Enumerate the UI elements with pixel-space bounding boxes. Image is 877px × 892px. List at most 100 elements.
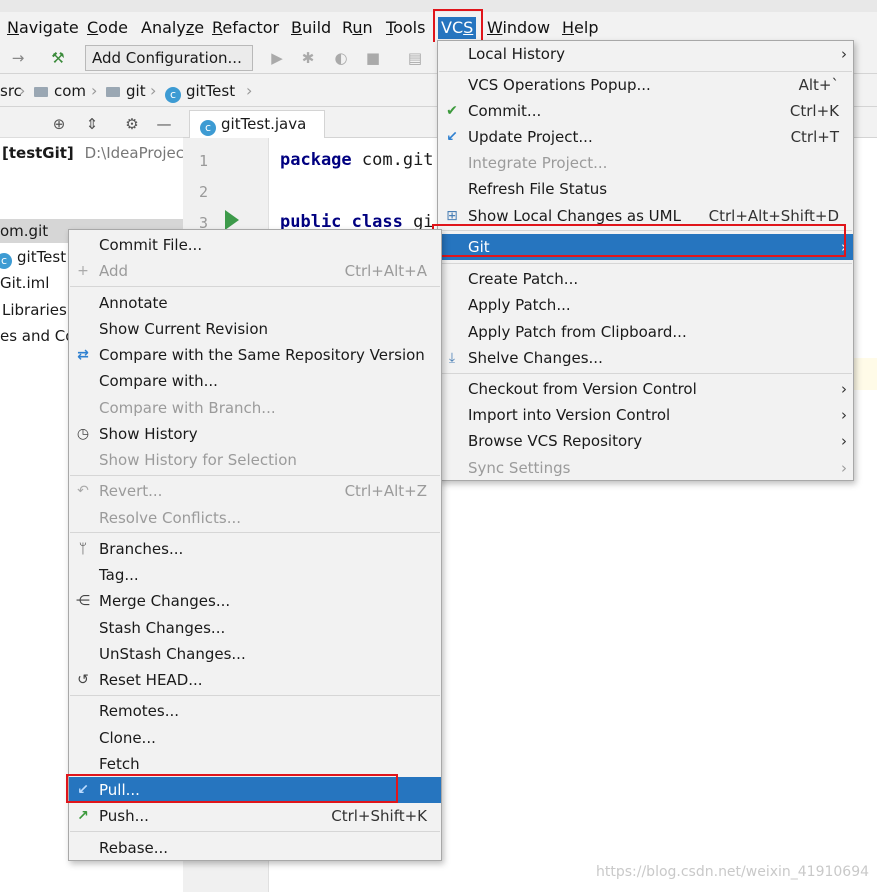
menu-label: Stash Changes... xyxy=(99,619,226,637)
git-tag[interactable]: Tag... xyxy=(69,562,441,588)
menu-help[interactable]: Help xyxy=(559,17,601,39)
reset-icon: ↺ xyxy=(77,672,89,688)
tree-libraries-label: Libraries xyxy=(2,301,67,319)
git-annotate[interactable]: Annotate xyxy=(69,290,441,316)
stop-icon[interactable]: ■ xyxy=(363,48,383,68)
menu-run[interactable]: Run xyxy=(339,17,376,39)
gear-icon[interactable]: ⚙ xyxy=(122,114,142,134)
breadcrumb-label: git xyxy=(126,82,146,100)
menu-shortcut: Ctrl+Alt+Z xyxy=(344,482,427,500)
menu-label: Apply Patch... xyxy=(468,296,571,314)
breadcrumb-chevron-icon: › xyxy=(91,81,98,100)
class-icon: c xyxy=(0,253,12,269)
chevron-right-icon: › xyxy=(841,406,847,424)
class-icon: c xyxy=(165,87,181,103)
menu-label: Branches... xyxy=(99,540,184,558)
run-icon[interactable]: ▶ xyxy=(267,48,287,68)
hammer-build-icon[interactable]: ⚒ xyxy=(48,48,68,68)
git-commit-file[interactable]: Commit File... xyxy=(69,232,441,258)
git-reset-head[interactable]: ↺ Reset HEAD... xyxy=(69,667,441,693)
vcs-browse-repository[interactable]: Browse VCS Repository › xyxy=(438,428,853,454)
git-unstash-changes[interactable]: UnStash Changes... xyxy=(69,641,441,667)
menu-refactor[interactable]: Refactor xyxy=(209,17,282,39)
git-submenu: Commit File... + Add Ctrl+Alt+A Annotate S… xyxy=(68,229,442,861)
run-gutter-icon[interactable] xyxy=(225,210,239,230)
git-stash-changes[interactable]: Stash Changes... xyxy=(69,615,441,641)
coverage-icon[interactable]: ◐ xyxy=(331,48,351,68)
compare-icon: ⇄ xyxy=(77,347,89,363)
revert-icon: ↶ xyxy=(77,483,89,499)
menu-build[interactable]: Build xyxy=(288,17,334,39)
chevron-right-icon: › xyxy=(841,432,847,450)
project-root-name: [testGit] xyxy=(2,144,74,162)
git-compare-same-repo[interactable]: ⇄ Compare with the Same Repository Versio… xyxy=(69,342,441,368)
tree-iml-label: Git.iml xyxy=(0,274,50,292)
vcs-local-history[interactable]: Local History › xyxy=(438,41,853,67)
line-number: 2 xyxy=(199,183,209,201)
menu-label: Commit... xyxy=(468,102,542,120)
menu-label: Create Patch... xyxy=(468,270,579,288)
project-panel-header: ⊕ ⇕ ⚙ — xyxy=(0,108,183,138)
breadcrumb-git[interactable]: git xyxy=(106,81,146,101)
tab-label: gitTest.java xyxy=(221,115,307,133)
menu-label: Reset HEAD... xyxy=(99,671,203,689)
minimize-icon[interactable]: — xyxy=(154,114,174,134)
git-show-history[interactable]: ◷ Show History xyxy=(69,421,441,447)
breadcrumb-chevron-icon: › xyxy=(19,81,26,100)
menu-label: Annotate xyxy=(99,294,168,312)
project-structure-icon[interactable]: ▤ xyxy=(405,48,425,68)
git-rebase[interactable]: Rebase... xyxy=(69,835,441,861)
git-push[interactable]: ↗ Push... Ctrl+Shift+K xyxy=(69,803,441,829)
git-add: + Add Ctrl+Alt+A xyxy=(69,258,441,284)
locate-target-icon[interactable]: ⊕ xyxy=(49,114,69,134)
tree-iml-file[interactable]: Git.iml xyxy=(0,271,49,295)
vcs-operations-popup[interactable]: VCS Operations Popup... Alt+` xyxy=(438,72,853,98)
menu-label: Clone... xyxy=(99,729,156,747)
menu-analyze[interactable]: Analyze xyxy=(138,17,207,39)
chevron-right-icon: › xyxy=(841,459,847,477)
tree-external-libraries[interactable]: Libraries xyxy=(0,298,67,322)
add-configuration-button[interactable]: Add Configuration... xyxy=(85,45,253,71)
forward-arrow-icon[interactable]: → xyxy=(8,48,28,68)
vcs-commit[interactable]: ✔ Commit... Ctrl+K xyxy=(438,98,853,124)
vcs-update-project[interactable]: ↙ Update Project... Ctrl+T xyxy=(438,124,853,150)
vcs-apply-patch[interactable]: Apply Patch... xyxy=(438,292,853,318)
breadcrumb-class[interactable]: c gitTest xyxy=(165,81,235,103)
vcs-shelve-changes[interactable]: ⤓ Shelve Changes... xyxy=(438,345,853,371)
watermark: https://blog.csdn.net/weixin_41910694 xyxy=(596,864,870,880)
collapse-all-icon[interactable]: ⇕ xyxy=(82,114,102,134)
vcs-highlight-box xyxy=(433,9,483,44)
menu-shortcut: Ctrl+T xyxy=(790,128,839,146)
plus-icon: + xyxy=(77,263,89,279)
menu-label: Show History for Selection xyxy=(99,451,297,469)
vcs-refresh-file-status[interactable]: Refresh File Status xyxy=(438,176,853,202)
tree-class-item[interactable]: c gitTest xyxy=(0,245,66,269)
debug-icon[interactable]: ✱ xyxy=(298,48,318,68)
git-branches[interactable]: ᛘ Branches... xyxy=(69,536,441,562)
git-compare-with-branch: Compare with Branch... xyxy=(69,395,441,421)
menu-shortcut: Ctrl+K xyxy=(789,102,839,120)
tab-gittest-java[interactable]: cgitTest.java ✕ xyxy=(189,110,325,159)
menu-navigate[interactable]: Navigate xyxy=(4,17,82,39)
vcs-checkout[interactable]: Checkout from Version Control › xyxy=(438,376,853,402)
menu-label: Add xyxy=(99,262,129,280)
vcs-apply-patch-clipboard[interactable]: Apply Patch from Clipboard... xyxy=(438,319,853,345)
vcs-menu: Local History › VCS Operations Popup... Al… xyxy=(437,40,854,481)
git-compare-with[interactable]: Compare with... xyxy=(69,368,441,394)
git-remotes[interactable]: Remotes... xyxy=(69,698,441,724)
menu-shortcut: Ctrl+Alt+A xyxy=(344,262,427,280)
menu-code[interactable]: Code xyxy=(84,17,131,39)
breadcrumb-com[interactable]: com xyxy=(34,81,86,101)
tree-root[interactable]: [testGit] D:\IdeaProject2 xyxy=(0,141,199,165)
vcs-create-patch[interactable]: Create Patch... xyxy=(438,266,853,292)
git-highlight-box xyxy=(432,224,846,257)
menu-label: Update Project... xyxy=(468,128,593,146)
git-merge-changes[interactable]: ⋲ Merge Changes... xyxy=(69,588,441,614)
folder-icon xyxy=(106,87,120,97)
menu-window[interactable]: Window xyxy=(484,17,553,39)
chevron-right-icon: › xyxy=(841,45,847,63)
menu-tools[interactable]: Tools xyxy=(383,17,428,39)
vcs-import[interactable]: Import into Version Control › xyxy=(438,402,853,428)
git-show-current-revision[interactable]: Show Current Revision xyxy=(69,316,441,342)
git-clone[interactable]: Clone... xyxy=(69,725,441,751)
